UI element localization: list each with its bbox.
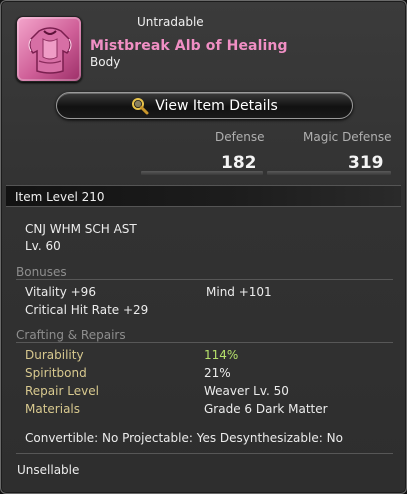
repair-level-value: Weaver Lv. 50 xyxy=(204,384,289,398)
item-slot: Body xyxy=(90,55,121,69)
magic-defense-label: Magic Defense xyxy=(303,130,392,144)
materials-value: Grade 6 Dark Matter xyxy=(204,402,328,416)
robe-armor-icon xyxy=(16,16,82,82)
view-item-details-label: View Item Details xyxy=(155,97,278,114)
bonuses-divider xyxy=(16,279,393,280)
repair-level-label: Repair Level xyxy=(25,384,99,398)
level-requirement: Lv. 60 xyxy=(25,239,61,253)
item-level: Item Level 210 xyxy=(15,190,105,204)
magic-defense-bar xyxy=(267,171,391,175)
durability-label: Durability xyxy=(25,348,84,362)
tradability-label: Untradable xyxy=(137,15,204,29)
view-item-details-button[interactable]: View Item Details xyxy=(56,92,353,119)
materials-label: Materials xyxy=(25,402,81,416)
crafting-heading: Crafting & Repairs xyxy=(16,328,126,342)
defense-label: Defense xyxy=(215,130,265,144)
durability-value: 114% xyxy=(204,348,239,362)
crafting-divider xyxy=(16,342,393,343)
sellability-label: Unsellable xyxy=(17,463,80,477)
spiritbond-label: Spiritbond xyxy=(25,366,87,380)
class-list: CNJ WHM SCH AST xyxy=(25,222,137,236)
bonus-vitality: Vitality +96 xyxy=(25,285,96,299)
item-flags: Convertible: No Projectable: Yes Desynth… xyxy=(25,431,343,445)
defense-bar xyxy=(141,171,263,175)
item-name: Mistbreak Alb of Healing xyxy=(90,38,288,54)
footer-divider xyxy=(16,453,393,454)
defense-value: 182 xyxy=(221,153,257,173)
item-level-band: Item Level 210 xyxy=(6,185,401,207)
magic-defense-value: 319 xyxy=(348,153,384,173)
spiritbond-value: 21% xyxy=(204,366,231,380)
bonus-mind: Mind +101 xyxy=(206,285,272,299)
bonus-critical-hit-rate: Critical Hit Rate +29 xyxy=(25,303,149,317)
magnifier-icon xyxy=(132,97,149,114)
bonuses-heading: Bonuses xyxy=(16,265,67,279)
item-tooltip: Untradable Mistbreak Alb of Healing Body… xyxy=(0,0,407,494)
